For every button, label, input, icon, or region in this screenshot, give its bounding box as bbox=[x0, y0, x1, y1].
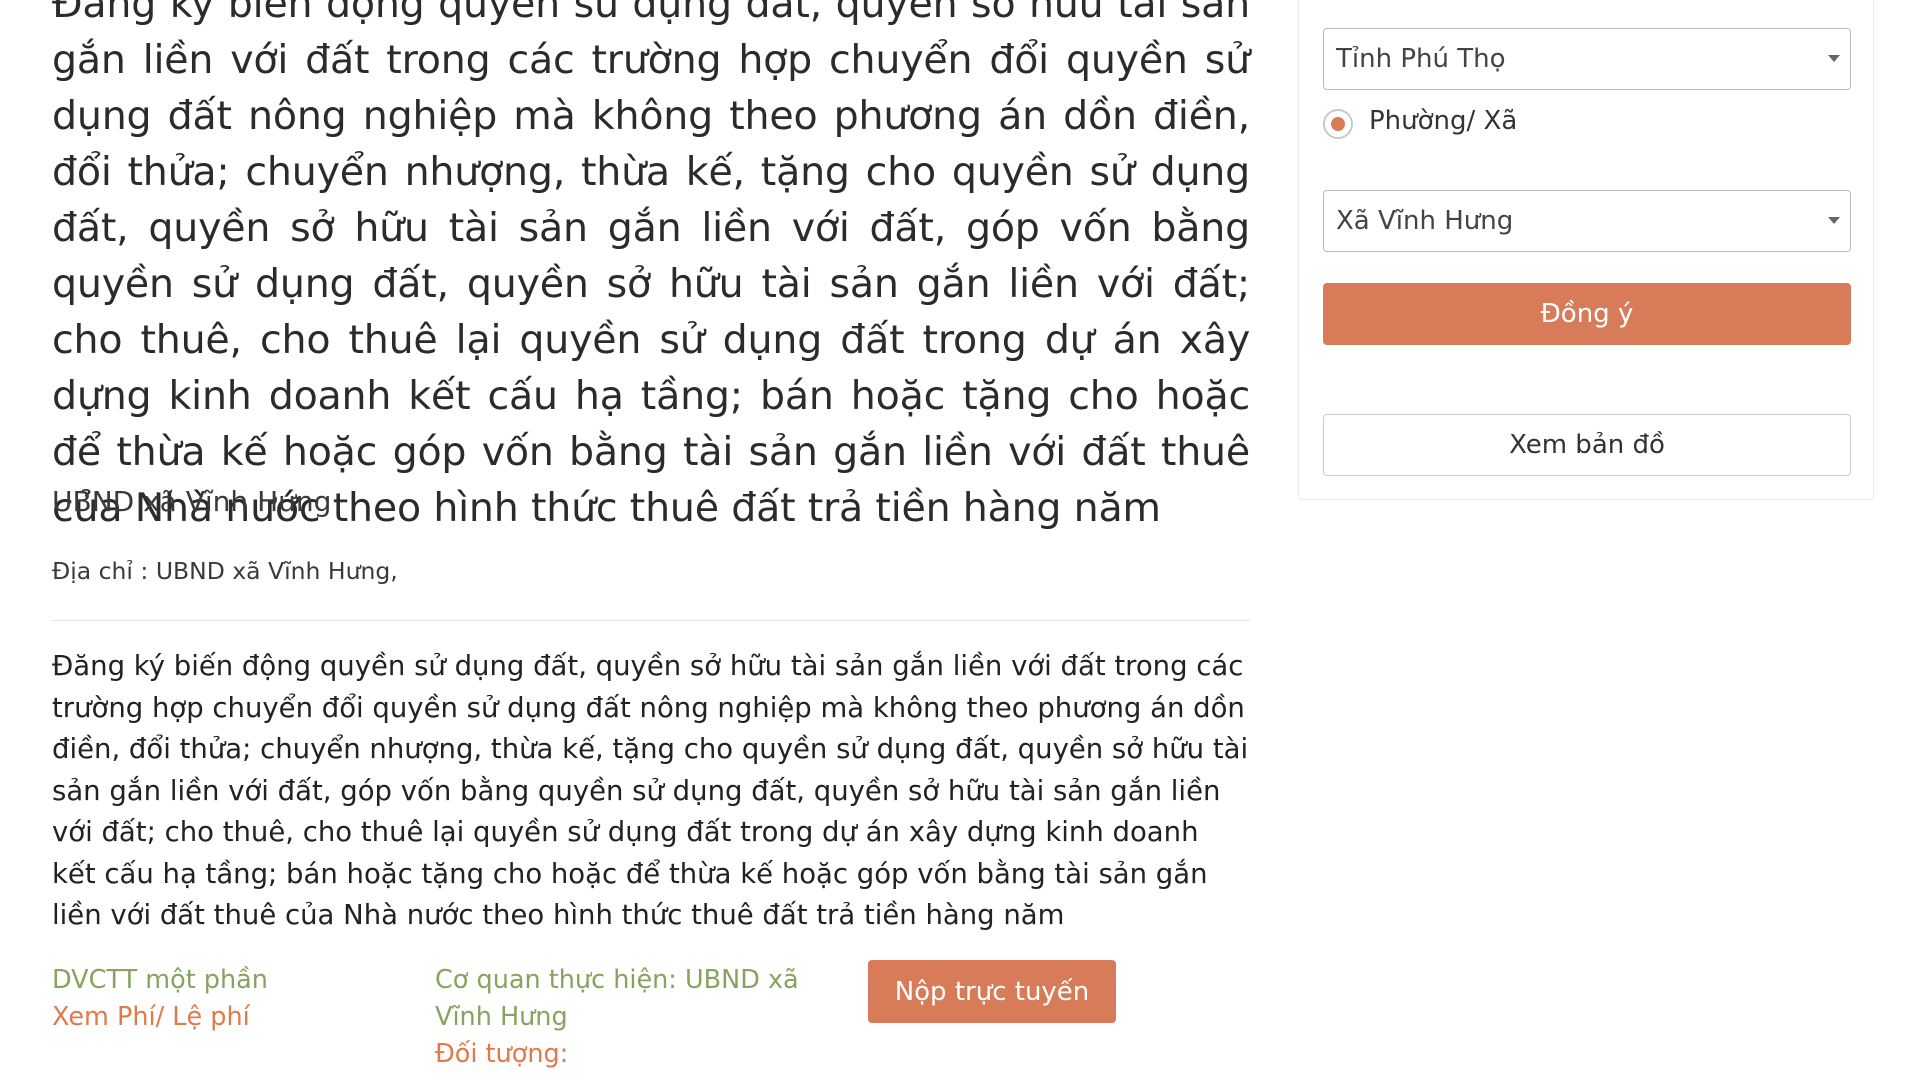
address-label: Địa chỉ : bbox=[52, 557, 156, 585]
chevron-down-icon bbox=[1828, 217, 1840, 224]
service-level-link[interactable]: DVCTT một phần bbox=[52, 962, 268, 999]
target-label: Đối tượng: bbox=[435, 1039, 569, 1069]
view-map-button[interactable]: Xem bản đồ bbox=[1323, 414, 1851, 476]
procedure-meta-mid: Cơ quan thực hiện: UBND xã Vĩnh Hưng Đối… bbox=[435, 962, 825, 1073]
radio-button[interactable] bbox=[1323, 109, 1353, 139]
province-select[interactable]: Tỉnh Phú Thọ bbox=[1323, 28, 1851, 90]
location-filter-panel: Tỉnh Phú Thọ Phường/ Xã Xã Vĩnh Hưng Đồn… bbox=[1298, 0, 1874, 500]
procedure-title: Đăng ký biến động quyền sử dụng đất, quy… bbox=[52, 0, 1250, 531]
page: Đăng ký biến động quyền sử dụng đất, quy… bbox=[0, 0, 1920, 1080]
procedure-meta-left: DVCTT một phần Xem Phí/ Lệ phí bbox=[52, 962, 268, 1036]
divider bbox=[52, 620, 1250, 621]
radio-dot-icon bbox=[1331, 117, 1345, 131]
ward-select-value: Xã Vĩnh Hưng bbox=[1336, 206, 1514, 236]
agree-button[interactable]: Đồng ý bbox=[1323, 283, 1851, 345]
address: Địa chỉ : UBND xã Vĩnh Hưng, bbox=[52, 556, 398, 586]
agency-name: UBND xã Vĩnh Hưng bbox=[52, 485, 332, 518]
procedure-description: Đăng ký biến động quyền sử dụng đất, quy… bbox=[52, 650, 1249, 931]
fees-link[interactable]: Xem Phí/ Lệ phí bbox=[52, 999, 268, 1036]
submit-online-button[interactable]: Nộp trực tuyến bbox=[868, 960, 1116, 1023]
chevron-down-icon bbox=[1828, 55, 1840, 62]
ward-select[interactable]: Xã Vĩnh Hưng bbox=[1323, 190, 1851, 252]
province-select-value: Tỉnh Phú Thọ bbox=[1336, 44, 1506, 74]
agency-label: Cơ quan thực hiện: UBND xã Vĩnh Hưng bbox=[435, 965, 799, 1032]
radio-label: Phường/ Xã bbox=[1369, 106, 1518, 136]
address-value: UBND xã Vĩnh Hưng, bbox=[155, 557, 398, 585]
